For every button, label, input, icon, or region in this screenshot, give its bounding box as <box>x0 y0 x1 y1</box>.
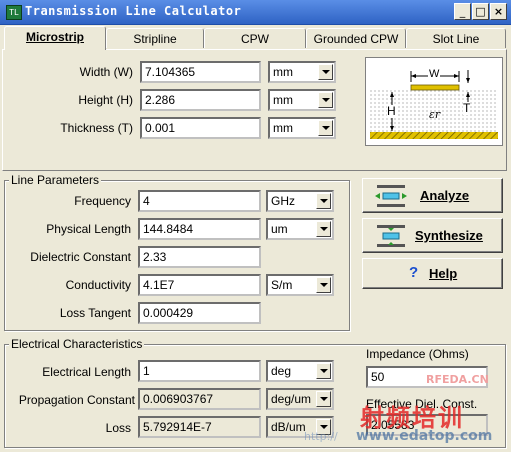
chevron-down-icon[interactable] <box>316 363 331 379</box>
effective-dielectric-value: 2.05583 <box>366 414 488 436</box>
height-label: Height (H) <box>78 93 133 107</box>
frequency-unit-select[interactable]: GHz <box>266 190 334 212</box>
help-button[interactable]: ? Help <box>362 258 503 289</box>
loss-label: Loss <box>105 421 131 435</box>
maximize-button[interactable]: □ <box>472 3 489 20</box>
tab-cpw[interactable]: CPW <box>204 28 306 48</box>
diagram-h-label: H <box>387 104 396 118</box>
propagation-constant-value: 0.006903767 <box>138 388 261 410</box>
effective-dielectric-label: Effective Diel. Const. <box>366 397 478 411</box>
loss-tangent-input[interactable]: 0.000429 <box>138 302 261 324</box>
width-input[interactable]: 7.104365 <box>140 61 261 83</box>
conductivity-unit-select[interactable]: S/m <box>266 274 334 296</box>
diagram-t-label: T <box>463 101 471 115</box>
chevron-down-icon[interactable] <box>316 277 331 293</box>
loss-tangent-label: Loss Tangent <box>59 306 131 320</box>
electrical-characteristics-title: Electrical Characteristics <box>9 337 145 351</box>
electrical-length-unit-select[interactable]: deg <box>266 360 334 382</box>
electrical-length-input[interactable]: 1 <box>138 360 261 382</box>
conductivity-input[interactable]: 4.1E7 <box>138 274 261 296</box>
impedance-input[interactable]: 50 <box>366 366 488 388</box>
chevron-down-icon[interactable] <box>316 419 331 435</box>
thickness-label: Thickness (T) <box>60 121 133 135</box>
tab-slot-line[interactable]: Slot Line <box>406 28 506 48</box>
tab-grounded-cpw[interactable]: Grounded CPW <box>306 28 406 48</box>
loss-unit-select[interactable]: dB/um <box>266 416 334 438</box>
electrical-length-label: Electrical Length <box>42 365 131 379</box>
diagram-er-label: εr <box>429 108 441 121</box>
chevron-down-icon[interactable] <box>318 92 333 108</box>
diagram-w-label: W <box>428 68 441 80</box>
impedance-label: Impedance (Ohms) <box>366 347 469 361</box>
chevron-down-icon[interactable] <box>318 64 333 80</box>
propagation-constant-label: Propagation Constant <box>18 393 135 407</box>
close-button[interactable]: × <box>490 3 507 20</box>
chevron-down-icon[interactable] <box>316 193 331 209</box>
tab-stripline[interactable]: Stripline <box>106 28 204 48</box>
height-input[interactable]: 2.286 <box>140 89 261 111</box>
analyze-button[interactable]: Analyze <box>362 178 503 213</box>
propagation-unit-select[interactable]: deg/um <box>266 388 334 410</box>
loss-value: 5.792914E-7 <box>138 416 261 438</box>
chevron-down-icon[interactable] <box>318 120 333 136</box>
microstrip-diagram: W H T εr <box>365 57 503 146</box>
frequency-input[interactable]: 4 <box>138 190 261 212</box>
width-label: Width (W) <box>79 65 133 79</box>
width-unit-select[interactable]: mm <box>268 61 336 83</box>
window-title: Transmission Line Calculator <box>25 4 242 18</box>
dielectric-constant-input[interactable]: 2.33 <box>138 246 261 268</box>
height-unit-select[interactable]: mm <box>268 89 336 111</box>
conductivity-label: Conductivity <box>65 278 131 292</box>
dielectric-constant-label: Dielectric Constant <box>30 250 131 264</box>
line-parameters-title: Line Parameters <box>9 173 102 187</box>
physical-length-label: Physical Length <box>46 222 131 236</box>
synthesize-icon <box>377 225 405 247</box>
physical-length-unit-select[interactable]: um <box>266 218 334 240</box>
chevron-down-icon[interactable] <box>316 221 331 237</box>
frequency-label: Frequency <box>74 194 131 208</box>
synthesize-button[interactable]: Synthesize <box>362 218 503 253</box>
analyze-icon <box>375 185 407 207</box>
thickness-unit-select[interactable]: mm <box>268 117 336 139</box>
minimize-button[interactable]: _ <box>454 3 471 20</box>
app-icon: TL <box>6 5 22 20</box>
title-bar: TL Transmission Line Calculator _ □ × <box>0 0 511 25</box>
thickness-input[interactable]: 0.001 <box>140 117 261 139</box>
help-icon: ? <box>409 264 419 281</box>
physical-length-input[interactable]: 144.8484 <box>138 218 261 240</box>
tab-strip: Microstrip Stripline CPW Grounded CPW Sl… <box>0 26 511 50</box>
chevron-down-icon[interactable] <box>316 391 331 407</box>
tab-microstrip[interactable]: Microstrip <box>4 26 106 50</box>
